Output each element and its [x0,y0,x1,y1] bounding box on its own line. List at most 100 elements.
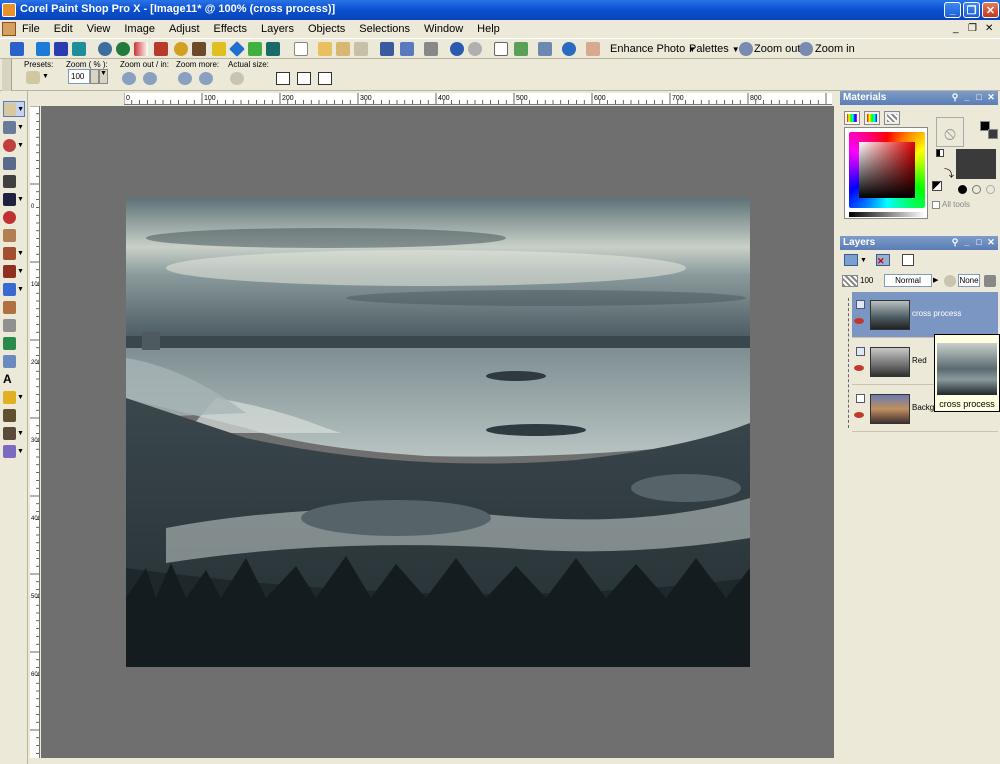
scan-icon[interactable] [354,42,368,56]
learning-center-icon[interactable] [36,42,50,56]
info-icon[interactable] [562,42,576,56]
lock-icon[interactable] [984,275,996,287]
flood-fill-tool[interactable] [3,335,25,351]
layers-close-icon[interactable]: ✕ [986,237,996,248]
zoom-in-step-icon[interactable] [143,72,157,85]
undo-icon[interactable] [450,42,464,56]
fit-screen-icon[interactable] [318,72,332,85]
saturation-square[interactable] [859,142,915,198]
background-swatch[interactable] [988,129,998,139]
layers-maximize-icon[interactable]: □ [974,237,984,248]
presets-dropdown-icon[interactable]: ▼ [42,73,49,80]
histogram-icon[interactable] [116,42,130,56]
actual-size-icon[interactable] [230,72,244,85]
new-layer-icon[interactable] [844,254,858,266]
no-style-icon[interactable]: ⦸ [936,117,964,147]
clarify-icon[interactable] [212,42,226,56]
crop-tool[interactable] [3,173,25,189]
fit-window-icon[interactable] [276,72,290,85]
text-tool[interactable]: A [3,371,25,387]
paint-shop-pro-icon[interactable] [2,3,16,17]
tool-options-grip[interactable] [2,59,12,91]
horizontal-ruler[interactable]: 0 100 200 300 400 500 600 700 800 [124,93,832,105]
blend-mode-select[interactable]: Normal [884,274,932,287]
clone-tool[interactable]: ▼ [3,245,25,261]
palette-maximize-icon[interactable]: □ [974,92,984,103]
sparkle-icon[interactable] [248,42,262,56]
color-balance-icon[interactable] [229,41,245,57]
menu-window[interactable]: Window [424,23,463,35]
menu-image[interactable]: Image [124,23,155,35]
print-layout-icon[interactable] [538,42,552,56]
open-folder-icon[interactable] [318,42,332,56]
fit-image-icon[interactable] [297,72,311,85]
new-layer-dropdown-icon[interactable]: ▼ [860,257,867,264]
hand-preset-icon[interactable] [26,71,40,84]
effects-browser-icon[interactable] [154,42,168,56]
one-step-fix-icon[interactable] [174,42,188,56]
fill-pattern-icon[interactable] [986,185,995,194]
grayscale-bar[interactable] [849,212,925,217]
eraser-icon[interactable] [586,42,600,56]
makeover-icon[interactable] [266,42,280,56]
pick-tool[interactable]: ▼ [3,119,25,135]
zoom-percent-input[interactable]: 100 [68,69,90,84]
visibility-eye-icon[interactable] [854,365,864,371]
mdi-close-button[interactable]: ✕ [985,23,993,34]
dropper-tool[interactable] [3,155,25,171]
visibility-eye-icon[interactable] [854,318,864,324]
zoom-dropdown-icon[interactable]: ▼ [99,69,108,84]
pan-tool[interactable]: ▼ [3,101,25,117]
menu-file[interactable]: File [22,23,40,35]
menu-view[interactable]: View [87,23,111,35]
redo-icon[interactable] [468,42,482,56]
edit-selection-icon[interactable] [902,254,914,266]
color-replacer-tool[interactable]: ▼ [3,443,25,459]
resize-icon[interactable] [494,42,508,56]
menu-edit[interactable]: Edit [54,23,73,35]
blend-mode-arrow-icon[interactable]: ▶ [933,276,938,284]
rainbow-tab[interactable] [864,111,880,125]
menu-selections[interactable]: Selections [359,23,410,35]
all-tools-checkbox[interactable] [932,201,940,209]
warp-tool[interactable]: ▼ [3,425,25,441]
vertical-ruler[interactable]: 0 100 200 300 400 500 600 [30,106,40,758]
script-icon[interactable] [98,42,112,56]
materials-icon[interactable] [134,42,148,56]
zoom-out-icon[interactable] [739,42,753,56]
fill-style-icon[interactable] [958,185,967,194]
overview-icon[interactable] [72,42,86,56]
save-as-icon[interactable] [400,42,414,56]
pen-tool[interactable] [3,407,25,423]
zoom-spinner[interactable] [90,69,99,84]
minimize-button[interactable]: _ [944,2,961,18]
layers-minimize-icon[interactable]: _ [962,237,972,248]
menu-adjust[interactable]: Adjust [169,23,200,35]
texture-icon[interactable] [932,181,942,191]
mdi-minimize-button[interactable]: _ [953,23,959,34]
mdi-restore-button[interactable]: ❐ [968,23,977,34]
airbrush-tool[interactable] [3,317,25,333]
new-file-icon[interactable] [294,42,308,56]
zoom-in-button[interactable]: Zoom in [815,43,855,55]
move-tool[interactable]: ▼ [3,191,25,207]
zoom-more-out-icon[interactable] [178,72,192,85]
enhance-photo-button[interactable]: Enhance Photo ▼ [610,43,696,55]
selection-tool[interactable]: ▼ [3,137,25,153]
zoom-more-in-icon[interactable] [199,72,213,85]
print-icon[interactable] [424,42,438,56]
eraser-tool[interactable] [3,353,25,369]
zoom-in-icon[interactable] [799,42,813,56]
browse-icon[interactable] [10,42,24,56]
crop-to-selection-icon[interactable] [514,42,528,56]
close-button[interactable]: ✕ [982,2,999,18]
palette-minimize-icon[interactable]: _ [962,92,972,103]
makeover-tool[interactable] [3,227,25,243]
layers-pin-icon[interactable]: ⚲ [950,237,960,248]
swatches-tab[interactable] [884,111,900,125]
background-properties-box[interactable] [956,149,996,179]
materials-palette-title[interactable]: Materials ⚲ _ □ ✕ [840,91,998,105]
niagara-falls-image[interactable] [126,198,750,667]
menu-help[interactable]: Help [477,23,500,35]
red-eye-tool[interactable] [3,209,25,225]
